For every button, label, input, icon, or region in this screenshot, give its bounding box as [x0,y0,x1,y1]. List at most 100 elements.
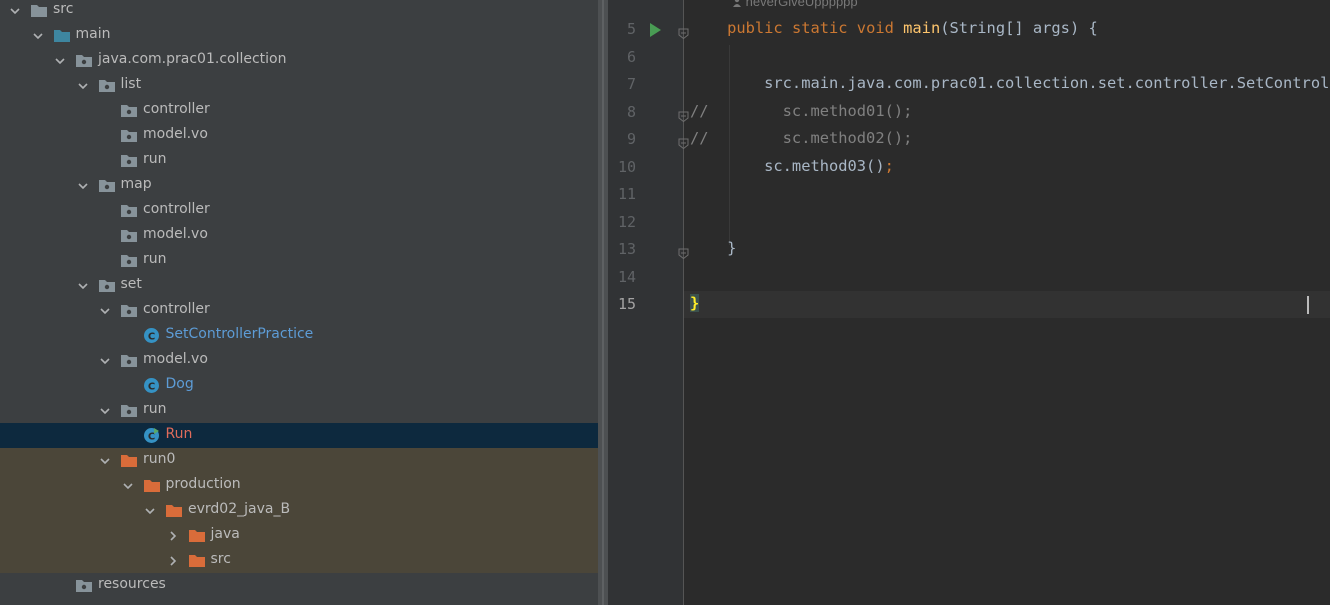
project-tree-panel[interactable]: src main java.com.prac01.collection list con… [0,0,598,605]
chevron-down-icon[interactable] [98,303,112,317]
code-line: public static void main(String[] args) { [690,19,1098,37]
tree-item-main[interactable]: main [0,23,598,48]
tree-item-dog[interactable]: C Dog [0,373,598,398]
tree-item-run[interactable]: run [0,248,598,273]
tree-item-run[interactable]: run [0,148,598,173]
tree-item-run[interactable]: run [0,398,598,423]
code-line: // sc.method01(); [690,102,912,120]
svg-text:C: C [147,381,154,392]
tree-item-set[interactable]: set [0,273,598,298]
tree-item-label: run [143,251,167,267]
tree-item-model-vo[interactable]: model.vo [0,223,598,248]
fold-marker-icon[interactable] [678,24,689,40]
run-gutter-icon[interactable] [649,22,661,37]
chevron-down-icon[interactable] [98,353,112,367]
line-number: 14 [617,267,636,286]
tree-item-label: set [120,276,142,292]
chevron-down-icon[interactable] [76,178,90,192]
tree-item-label: run [143,401,167,417]
package-icon [120,352,138,368]
tree-item-src[interactable]: src [0,548,598,573]
chevron-down-icon[interactable] [143,503,157,517]
tree-item-label: main [75,26,111,42]
tree-item-label: resources [98,576,166,592]
tree-item-controller[interactable]: controller [0,298,598,323]
fold-marker-icon[interactable] [678,107,689,122]
tree-item-label: model.vo [143,351,208,367]
panel-splitter[interactable] [598,0,608,605]
line-number: 11 [617,185,636,203]
tree-item-resources[interactable]: resources [0,573,598,598]
package-icon [75,52,93,68]
chevron-down-icon[interactable] [76,278,90,292]
excluded-folder-icon [188,552,206,568]
tree-item-label: java.com.prac01.collection [98,51,287,67]
tree-item-run0[interactable]: run0 [0,448,598,473]
tree-item-label: controller [143,201,210,217]
code-token: src.main.java.com.prac01.collection.set.… [764,74,1330,92]
chevron-down-icon[interactable] [98,453,112,467]
excluded-folder-icon [143,477,161,493]
code-line: sc.method03(); [690,157,894,175]
code-editor[interactable]: neverGiveUpppppp 5 public static void ma… [608,0,1330,605]
tree-item-java-com-prac01-collection[interactable]: java.com.prac01.collection [0,48,598,73]
chevron-down-icon[interactable] [8,3,22,17]
chevron-down-icon[interactable] [76,78,90,92]
chevron-down-icon[interactable] [53,53,67,67]
java-runnable-class-icon: C [143,427,160,444]
chevron-right-icon[interactable] [166,528,180,542]
fold-marker-icon[interactable] [678,134,689,150]
current-line-highlight [684,291,1330,318]
tree-item-map[interactable]: map [0,173,598,198]
package-icon [98,177,116,193]
tree-item-list[interactable]: list [0,73,598,98]
tree-item-label: map [120,176,152,192]
chevron-down-icon[interactable] [31,28,45,42]
tree-item-run[interactable]: C Run [0,423,598,448]
package-icon [120,302,138,318]
chevron-right-icon[interactable] [166,553,180,567]
chevron-down-icon[interactable] [121,478,135,492]
tree-item-setcontrollerpractice[interactable]: C SetControllerPractice [0,323,598,348]
excluded-folder-icon [165,502,183,518]
package-icon [120,227,138,243]
code-token: public static void [727,19,904,37]
code-token: // sc.method01(); [690,101,913,120]
author-inlay-hint[interactable]: neverGiveUpppppp [732,0,858,9]
code-line: } [690,239,736,257]
tree-item-label: controller [143,101,210,117]
folder-icon [30,2,48,18]
user-icon [733,0,741,7]
code-token: } [690,294,700,312]
tree-item-model-vo[interactable]: model.vo [0,348,598,373]
code-line: src.main.java.com.prac01.collection.set.… [690,74,1330,92]
tree-item-model-vo[interactable]: model.vo [0,123,598,148]
line-number: 5 [626,20,636,38]
tree-item-src[interactable]: src [0,0,598,23]
code-token: ; [884,156,894,175]
tree-item-label: evrd02_java_B [188,501,291,517]
tree-item-production[interactable]: production [0,473,598,498]
code-token: (String[] args) { [940,19,1098,37]
java-class-icon: C [143,327,160,344]
tree-item-controller[interactable]: controller [0,98,598,123]
package-icon [120,152,138,168]
chevron-down-icon[interactable] [98,403,112,417]
tree-item-controller[interactable]: controller [0,198,598,223]
tree-item-label: run0 [143,451,176,467]
package-icon [120,252,138,268]
excluded-folder-icon [188,527,206,543]
tree-item-label: SetControllerPractice [165,326,314,342]
code-line: } [690,294,700,312]
package-icon [120,127,138,143]
tree-item-label: run [143,151,167,167]
line-number: 10 [617,157,636,176]
package-icon [120,202,138,218]
tree-item-evrd02-java-b[interactable]: evrd02_java_B [0,498,598,523]
tree-item-label: list [120,76,142,92]
line-number: 8 [626,102,636,121]
fold-marker-icon[interactable] [678,244,689,260]
tree-item-java[interactable]: java [0,523,598,548]
line-number: 7 [626,75,636,93]
